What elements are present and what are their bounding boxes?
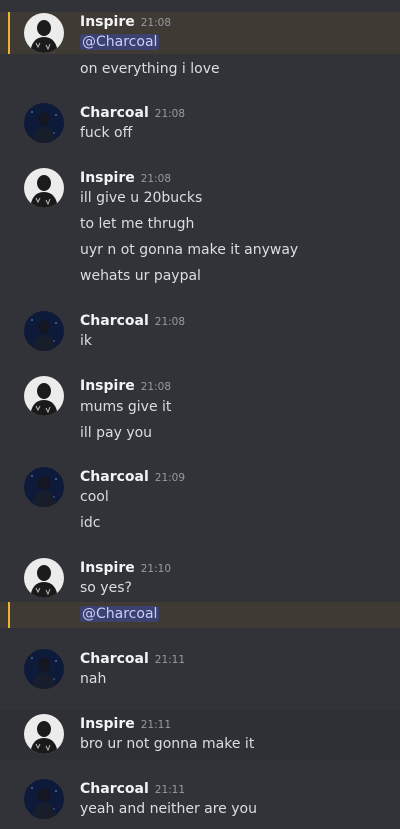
avatar-charcoal-icon[interactable] [24, 649, 64, 689]
message-text: mums give it [80, 399, 172, 415]
timestamp: 21:08 [140, 17, 171, 29]
avatar-inspire-icon[interactable] [24, 558, 64, 598]
username[interactable]: Inspire [80, 560, 135, 576]
mention-highlight-row [0, 602, 400, 628]
avatar-charcoal-icon[interactable] [24, 103, 64, 143]
timestamp: 21:08 [154, 316, 186, 328]
timestamp: 21:08 [154, 108, 186, 120]
username[interactable]: Charcoal [80, 105, 149, 121]
message-text: uyr n ot gonna make it anyway [80, 242, 299, 258]
message-text: to let me thrugh [80, 216, 195, 232]
mention-highlight-bar [8, 602, 10, 628]
avatar-inspire-icon[interactable] [24, 714, 64, 754]
timestamp: 21:09 [154, 472, 186, 484]
username[interactable]: Charcoal [80, 313, 149, 329]
timestamp: 21:11 [140, 719, 171, 731]
message-text: so yes? [80, 580, 132, 596]
message-text: idc [80, 515, 101, 531]
username[interactable]: Charcoal [80, 781, 149, 797]
message-text: on everything i love [80, 61, 220, 77]
mention-highlight-bar [8, 12, 10, 54]
timestamp: 21:10 [140, 563, 171, 575]
message-text: nah [80, 671, 107, 687]
message-text: cool [80, 489, 109, 505]
username[interactable]: Inspire [80, 378, 135, 394]
timestamp: 21:08 [140, 173, 171, 185]
message-text: bro ur not gonna make it [80, 736, 255, 752]
username[interactable]: Inspire [80, 170, 135, 186]
username[interactable]: Charcoal [80, 469, 149, 485]
message-text: fuck off [80, 125, 133, 141]
timestamp: 21:08 [140, 381, 171, 393]
user-mention[interactable]: @Charcoal [80, 606, 160, 622]
username[interactable]: Inspire [80, 14, 135, 30]
avatar-charcoal-icon[interactable] [24, 467, 64, 507]
avatar-charcoal-icon[interactable] [24, 779, 64, 819]
timestamp: 21:11 [154, 784, 186, 796]
avatar-inspire-icon[interactable] [24, 376, 64, 416]
avatar-inspire-icon[interactable] [24, 13, 64, 53]
message-text: yeah and neither are you [80, 801, 257, 817]
message-text: ill give u 20bucks [80, 190, 203, 206]
message-text: wehats ur paypal [80, 268, 201, 284]
avatar-inspire-icon[interactable] [24, 168, 64, 208]
message-text: ik [80, 333, 92, 349]
timestamp: 21:11 [154, 654, 186, 666]
avatar-charcoal-icon[interactable] [24, 311, 64, 351]
username[interactable]: Inspire [80, 716, 135, 732]
username[interactable]: Charcoal [80, 651, 149, 667]
user-mention[interactable]: @Charcoal [80, 34, 160, 50]
message-text: ill pay you [80, 425, 153, 441]
